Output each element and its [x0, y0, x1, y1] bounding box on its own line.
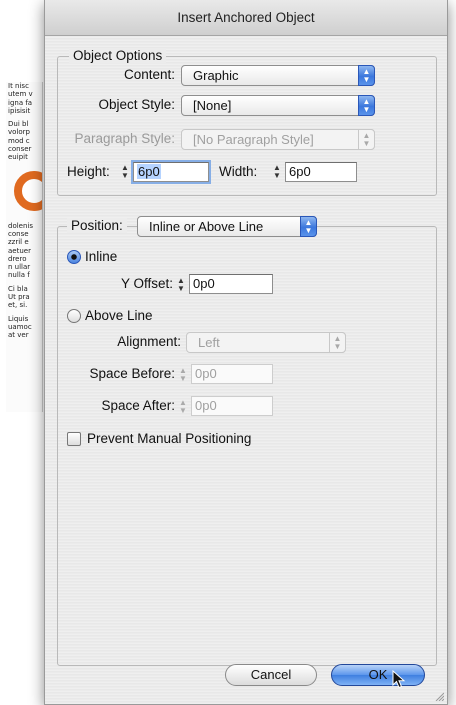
dialog-title: Insert Anchored Object — [45, 0, 447, 36]
inline-radio[interactable] — [67, 250, 81, 264]
above-line-label: Above Line — [85, 308, 153, 323]
content-value: Graphic — [193, 68, 239, 83]
object-style-label: Object Style: — [98, 97, 175, 112]
width-value: 6p0 — [289, 164, 311, 179]
up-down-arrows-icon: ▲ ▼ — [329, 332, 346, 353]
doc-paragraph-1: It nisc utem v igna fa ipisisit — [8, 82, 33, 115]
paragraph-style-label: Paragraph Style: — [74, 131, 175, 146]
y-offset-field[interactable]: 0p0 — [189, 274, 273, 294]
object-options-legend: Object Options — [69, 48, 167, 63]
position-value: Inline or Above Line — [149, 219, 264, 234]
insert-anchored-object-dialog: Insert Anchored Object Object Options Co… — [44, 0, 448, 705]
y-offset-stepper[interactable]: ▲ ▼ — [175, 277, 187, 295]
up-down-arrows-icon: ▲ ▼ — [300, 216, 317, 237]
width-label: Width: — [219, 164, 258, 179]
height-value: 6p0 — [137, 164, 161, 179]
y-offset-value: 0p0 — [193, 276, 215, 291]
prevent-manual-positioning-checkbox[interactable] — [67, 432, 81, 446]
up-down-arrows-icon: ▲ ▼ — [358, 95, 375, 116]
space-before-value: 0p0 — [195, 366, 217, 381]
space-before-field[interactable]: 0p0 — [191, 364, 273, 384]
space-after-value: 0p0 — [195, 398, 217, 413]
height-field[interactable]: 6p0 — [133, 162, 209, 182]
object-style-popup[interactable]: [None] ▲ ▼ — [181, 95, 375, 116]
background-document: It nisc utem v igna fa ipisisit Dui bl v… — [6, 82, 43, 412]
anchored-graphic — [8, 167, 42, 217]
position-popup[interactable]: Inline or Above Line ▲ ▼ — [137, 216, 317, 237]
position-label: Position: — [67, 218, 127, 233]
inline-label: Inline — [85, 249, 118, 264]
mouse-pointer-icon — [392, 670, 406, 689]
doc-paragraph-3: dolenis conse zzril e aetuer drero n ull… — [8, 221, 34, 280]
alignment-label: Alignment: — [117, 334, 181, 349]
object-style-value: [None] — [193, 98, 232, 113]
above-line-radio[interactable] — [67, 309, 81, 323]
height-stepper[interactable]: ▲ ▼ — [119, 164, 131, 182]
paragraph-style-popup[interactable]: [No Paragraph Style] ▲ ▼ — [181, 129, 375, 150]
y-offset-label: Y Offset: — [120, 276, 173, 291]
resize-grip-icon[interactable] — [434, 691, 444, 701]
space-after-field[interactable]: 0p0 — [191, 396, 273, 416]
width-field[interactable]: 6p0 — [285, 162, 357, 182]
height-label: Height: — [67, 164, 110, 179]
doc-paragraph-5: Liquis uamoc at ver — [8, 314, 32, 340]
paragraph-style-value: [No Paragraph Style] — [193, 132, 314, 147]
up-down-arrows-icon: ▲ ▼ — [358, 65, 375, 86]
content-popup[interactable]: Graphic ▲ ▼ — [181, 65, 375, 86]
up-down-arrows-icon: ▲ ▼ — [358, 129, 375, 150]
content-label: Content: — [123, 67, 175, 82]
space-after-label: Space After: — [101, 398, 175, 413]
space-before-label: Space Before: — [89, 366, 175, 381]
width-stepper[interactable]: ▲ ▼ — [271, 164, 283, 182]
cancel-button[interactable]: Cancel — [225, 664, 317, 686]
doc-paragraph-2: Dui bl volorp mod c conser euipit — [8, 120, 32, 162]
alignment-value: Left — [198, 335, 220, 350]
ok-button[interactable]: OK — [331, 664, 425, 686]
space-after-stepper[interactable]: ▲ ▼ — [177, 399, 189, 417]
doc-paragraph-4: Ci bla Ut pra et, si. — [8, 284, 30, 310]
alignment-popup[interactable]: Left ▲ ▼ — [186, 332, 346, 353]
prevent-manual-positioning-label: Prevent Manual Positioning — [87, 431, 252, 446]
space-before-stepper[interactable]: ▲ ▼ — [177, 367, 189, 385]
